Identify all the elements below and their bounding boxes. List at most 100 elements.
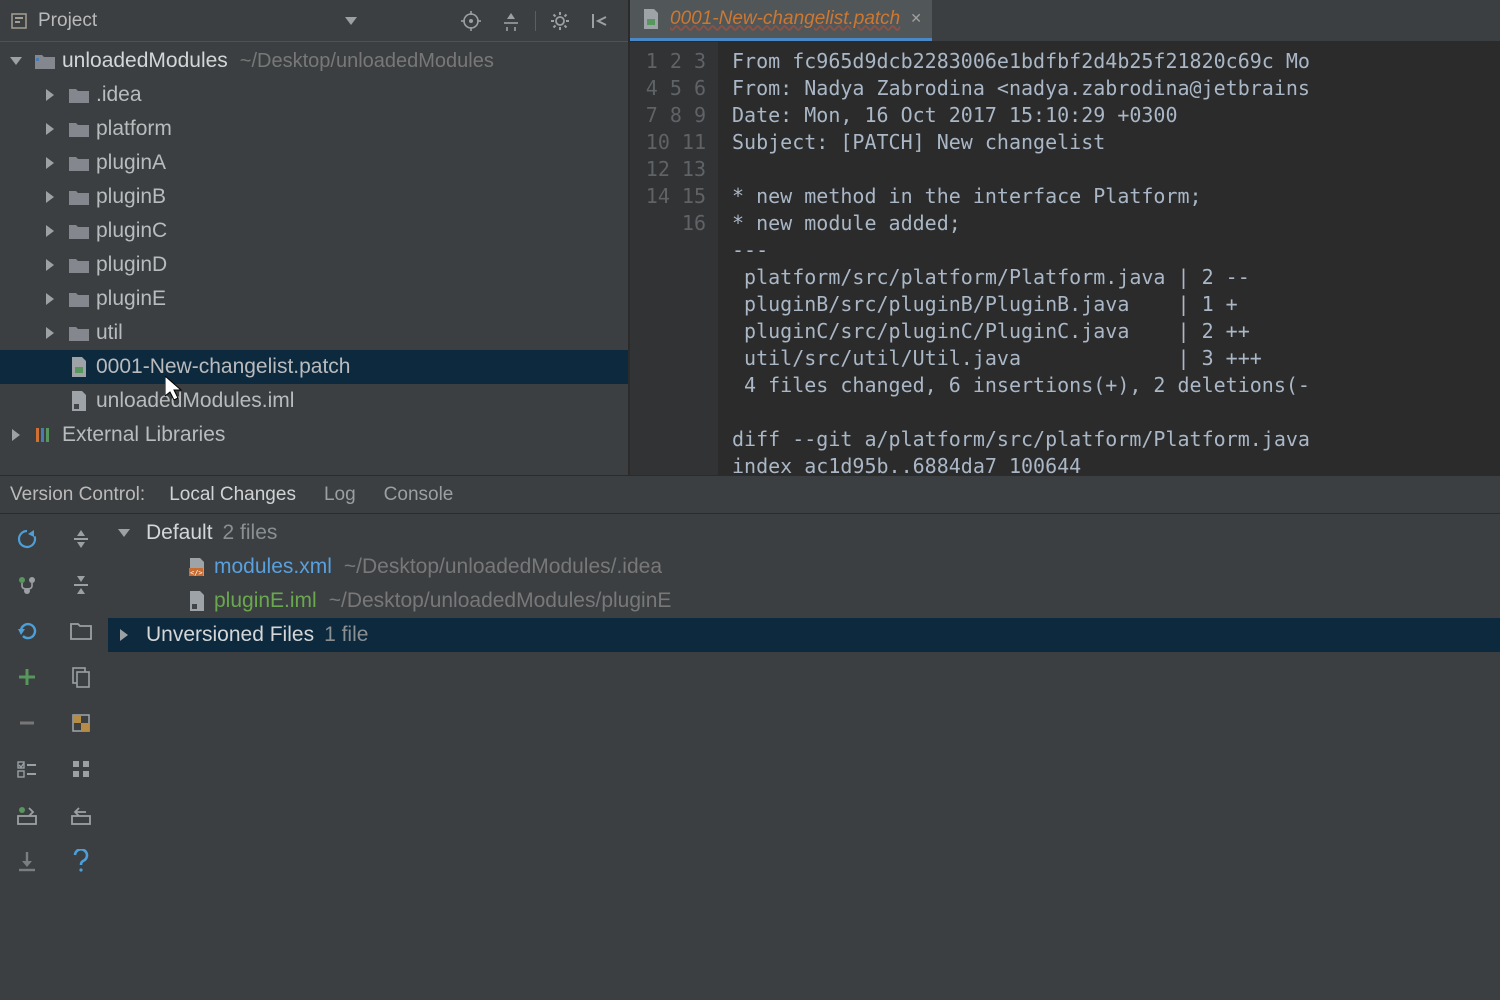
shelve-in-icon[interactable] bbox=[54, 792, 108, 838]
folder-icon bbox=[68, 322, 90, 344]
tree-item-label: pluginA bbox=[96, 151, 166, 175]
tab-local-changes[interactable]: Local Changes bbox=[169, 484, 296, 506]
gear-icon[interactable] bbox=[546, 7, 574, 35]
folder-icon bbox=[68, 254, 90, 276]
checklist-icon[interactable] bbox=[0, 746, 54, 792]
folder-icon bbox=[68, 118, 90, 140]
autoscroll-icon[interactable] bbox=[497, 7, 525, 35]
tree-item-label: pluginD bbox=[96, 253, 167, 277]
chevron-right-icon[interactable] bbox=[40, 255, 60, 275]
project-header-title[interactable]: Project bbox=[38, 10, 97, 32]
collapse-expand-icon[interactable] bbox=[54, 562, 108, 608]
chevron-right-icon[interactable] bbox=[6, 425, 26, 445]
diff-icon[interactable] bbox=[54, 700, 108, 746]
chevron-down-icon[interactable] bbox=[114, 523, 134, 543]
editor-body[interactable]: 1 2 3 4 5 6 7 8 9 10 11 12 13 14 15 16 F… bbox=[630, 42, 1500, 475]
close-icon[interactable]: ✕ bbox=[910, 10, 922, 27]
folder-icon bbox=[68, 186, 90, 208]
tree-item-label: util bbox=[96, 321, 123, 345]
changed-file-pluginE-iml[interactable]: pluginE.iml ~/Desktop/unloadedModules/plu… bbox=[108, 584, 1500, 618]
patch-file-icon bbox=[640, 8, 662, 30]
tree-item-label: pluginC bbox=[96, 219, 167, 243]
changes-tree[interactable]: Default 2 files </> modules.xml ~/Desktop/… bbox=[108, 514, 1500, 1000]
branch-icon[interactable] bbox=[0, 562, 54, 608]
tree-item-label: .idea bbox=[96, 83, 142, 107]
project-tree[interactable]: unloadedModules ~/Desktop/unloadedModule… bbox=[0, 42, 628, 475]
undo-icon[interactable] bbox=[0, 608, 54, 654]
changelist-name: Default bbox=[146, 521, 213, 545]
tab-console[interactable]: Console bbox=[384, 484, 454, 506]
tree-item-pluginC[interactable]: pluginC bbox=[0, 214, 628, 248]
changed-file-name: pluginE.iml bbox=[214, 589, 317, 613]
changed-file-path: ~/Desktop/unloadedModules/.idea bbox=[344, 555, 662, 579]
tree-item-platform[interactable]: platform bbox=[0, 112, 628, 146]
chevron-right-icon[interactable] bbox=[40, 153, 60, 173]
project-panel: Project bbox=[0, 0, 630, 475]
module-icon bbox=[34, 50, 56, 72]
expand-collapse-icon[interactable] bbox=[54, 516, 108, 562]
refresh-icon[interactable] bbox=[0, 516, 54, 562]
external-libraries-label: External Libraries bbox=[62, 423, 225, 447]
target-icon[interactable] bbox=[457, 7, 485, 35]
tree-item-label: pluginB bbox=[96, 185, 166, 209]
chevron-right-icon[interactable] bbox=[40, 119, 60, 139]
hide-icon[interactable] bbox=[586, 7, 614, 35]
tree-item-pluginD[interactable]: pluginD bbox=[0, 248, 628, 282]
folder-icon bbox=[68, 152, 90, 174]
chevron-right-icon[interactable] bbox=[114, 625, 134, 645]
shelve-out-icon[interactable] bbox=[0, 792, 54, 838]
chevron-right-icon[interactable] bbox=[40, 289, 60, 309]
vc-toolbar bbox=[0, 514, 108, 1000]
iml-file-icon bbox=[68, 390, 90, 412]
group-by-icon[interactable] bbox=[54, 746, 108, 792]
project-header: Project bbox=[0, 0, 628, 42]
tree-root[interactable]: unloadedModules ~/Desktop/unloadedModule… bbox=[0, 44, 628, 78]
library-icon bbox=[34, 424, 56, 446]
folder-icon bbox=[68, 288, 90, 310]
tree-item-unloadedModules-iml[interactable]: unloadedModules.iml bbox=[0, 384, 628, 418]
changelist-default[interactable]: Default 2 files bbox=[108, 516, 1500, 550]
add-icon[interactable] bbox=[0, 654, 54, 700]
download-icon[interactable] bbox=[0, 838, 54, 884]
tree-item-label: 0001-New-changelist.patch bbox=[96, 355, 350, 379]
chevron-right-icon[interactable] bbox=[40, 85, 60, 105]
tree-item--idea[interactable]: .idea bbox=[0, 78, 628, 112]
tab-log[interactable]: Log bbox=[324, 484, 356, 506]
remove-icon[interactable] bbox=[0, 700, 54, 746]
editor-tab[interactable]: 0001-New-changelist.patch ✕ bbox=[630, 0, 932, 41]
dropdown-arrow-icon[interactable] bbox=[337, 7, 365, 35]
chevron-right-icon[interactable] bbox=[40, 323, 60, 343]
folder-icon bbox=[68, 220, 90, 242]
folder-icon[interactable] bbox=[54, 608, 108, 654]
vc-title: Version Control: bbox=[10, 484, 145, 506]
tree-item-0001-New-changelist-patch[interactable]: 0001-New-changelist.patch bbox=[0, 350, 628, 384]
editor-code[interactable]: From fc965d9dcb2283006e1bdfbf2d4b25f2182… bbox=[718, 42, 1500, 475]
tree-item-pluginE[interactable]: pluginE bbox=[0, 282, 628, 316]
external-libraries[interactable]: External Libraries bbox=[0, 418, 628, 452]
editor-panel: 0001-New-changelist.patch ✕ 1 2 3 4 5 6 … bbox=[630, 0, 1500, 475]
unversioned-count: 1 file bbox=[324, 623, 368, 647]
xml-file-icon: </> bbox=[186, 556, 208, 578]
tree-item-label: pluginE bbox=[96, 287, 166, 311]
copy-icon[interactable] bbox=[54, 654, 108, 700]
chevron-down-icon[interactable] bbox=[6, 51, 26, 71]
root-path: ~/Desktop/unloadedModules bbox=[240, 50, 494, 73]
changed-file-name: modules.xml bbox=[214, 555, 332, 579]
svg-text:</>: </> bbox=[190, 569, 203, 577]
changed-file-modules-xml[interactable]: </> modules.xml ~/Desktop/unloadedModules/… bbox=[108, 550, 1500, 584]
tree-item-pluginB[interactable]: pluginB bbox=[0, 180, 628, 214]
chevron-right-icon[interactable] bbox=[40, 187, 60, 207]
editor-tab-title: 0001-New-changelist.patch bbox=[670, 8, 900, 30]
editor-gutter: 1 2 3 4 5 6 7 8 9 10 11 12 13 14 15 16 bbox=[630, 42, 718, 475]
vc-tab-bar: Version Control: Local Changes Log Conso… bbox=[0, 476, 1500, 514]
tree-item-util[interactable]: util bbox=[0, 316, 628, 350]
iml-file-icon bbox=[186, 590, 208, 612]
chevron-right-icon[interactable] bbox=[40, 221, 60, 241]
root-name: unloadedModules bbox=[62, 49, 228, 73]
changed-file-path: ~/Desktop/unloadedModules/pluginE bbox=[329, 589, 672, 613]
tree-item-pluginA[interactable]: pluginA bbox=[0, 146, 628, 180]
folder-icon bbox=[68, 84, 90, 106]
unversioned-group[interactable]: Unversioned Files 1 file bbox=[108, 618, 1500, 652]
patch-file-icon bbox=[68, 356, 90, 378]
help-icon[interactable] bbox=[54, 838, 108, 884]
